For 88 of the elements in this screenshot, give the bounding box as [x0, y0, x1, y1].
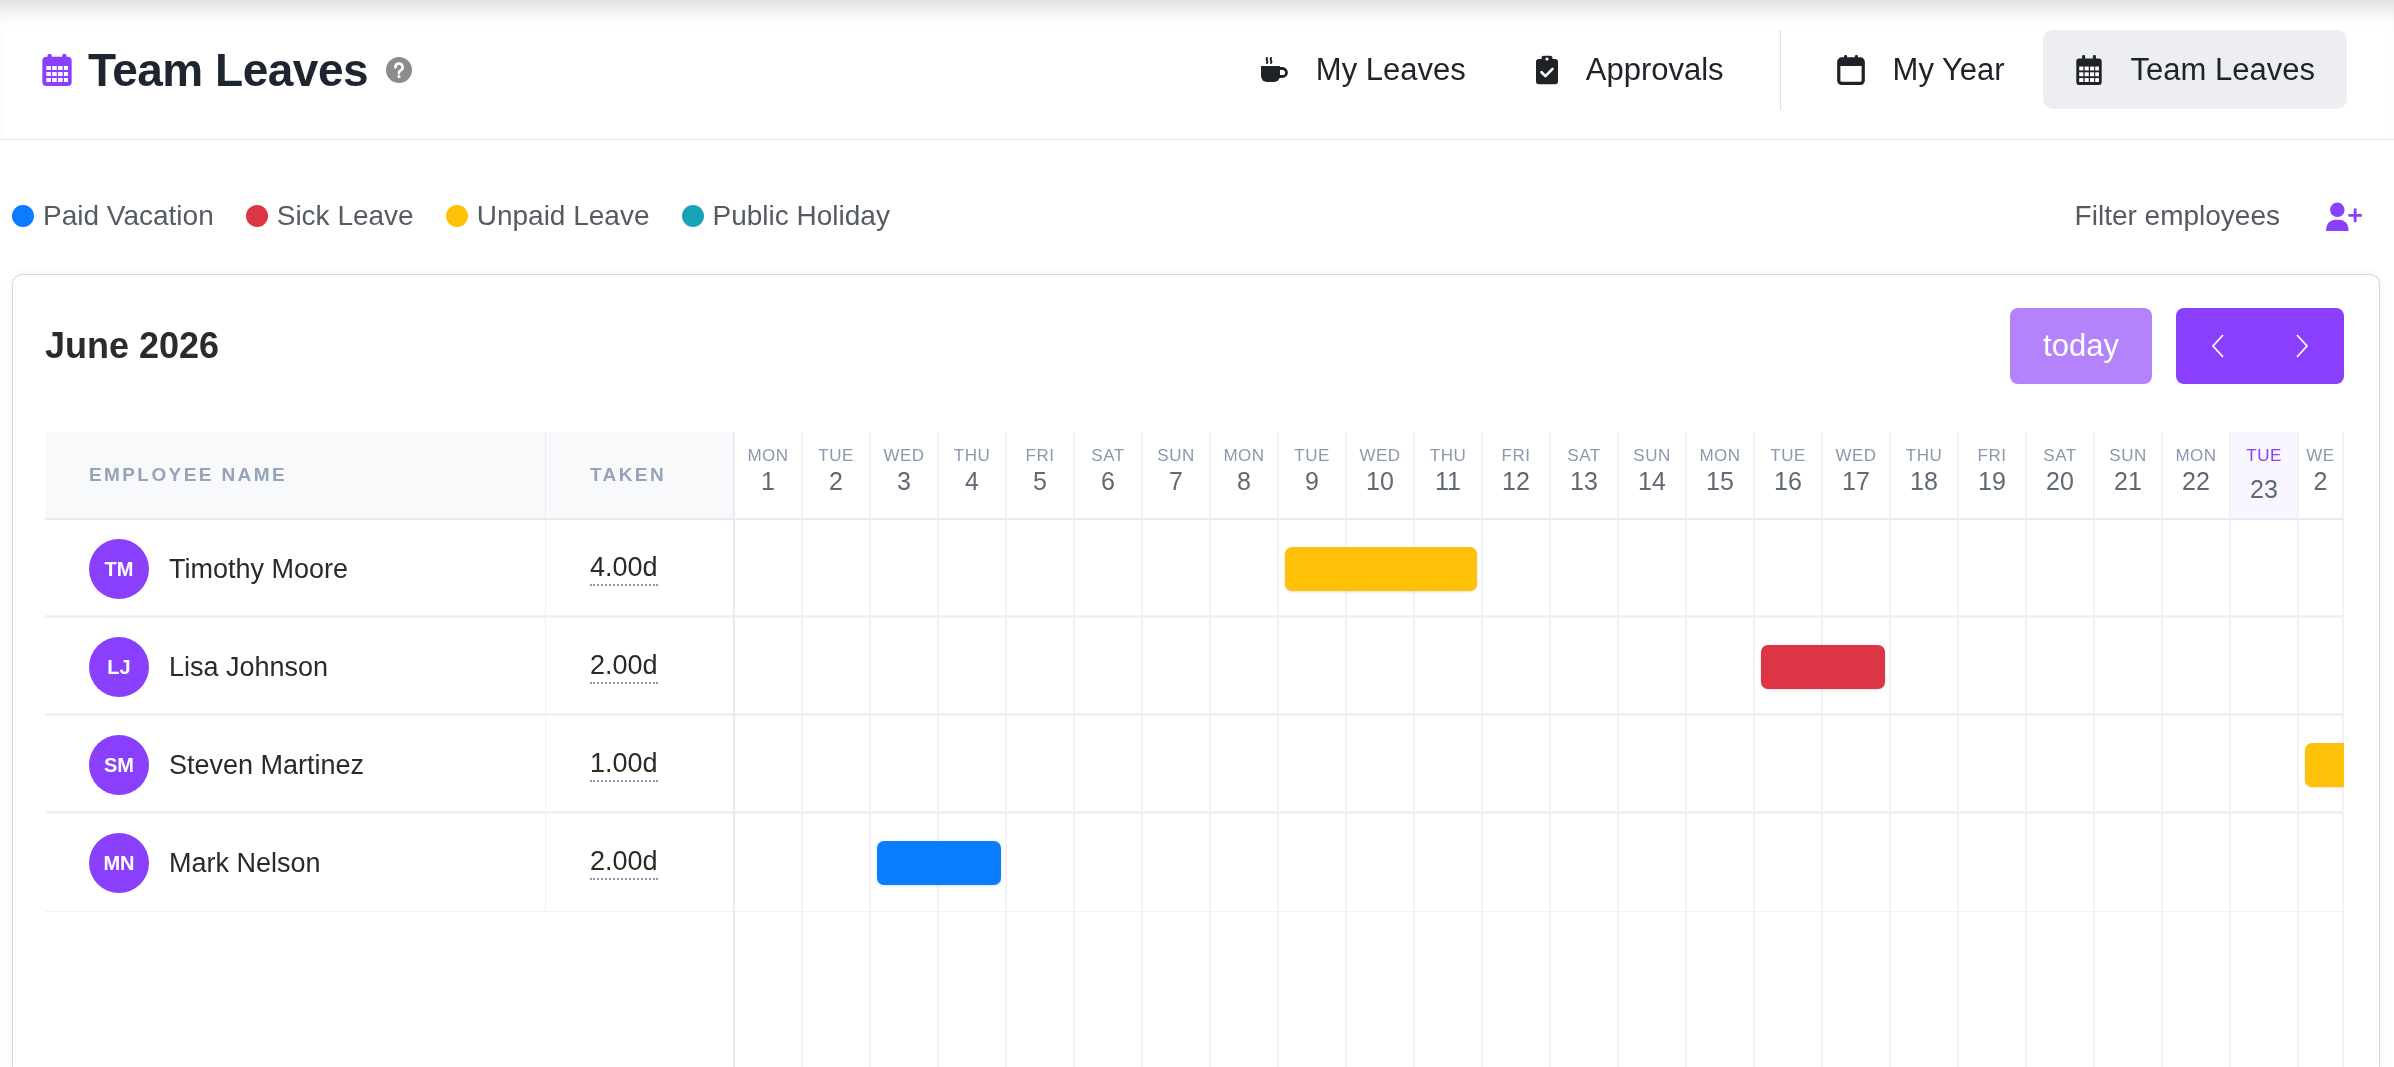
avatar: LJ	[89, 637, 149, 697]
clipboard-check-icon	[1535, 54, 1558, 85]
days-taken: 2.00d	[590, 846, 658, 880]
filter-button[interactable]: Filter employees	[2074, 200, 2280, 232]
leave-bar[interactable]	[1761, 645, 1885, 689]
chevron-left-icon	[2211, 334, 2225, 358]
legend-label: Unpaid Leave	[476, 200, 650, 232]
legend-label: Sick Leave	[276, 200, 414, 232]
day-number: 6	[1101, 466, 1115, 496]
previous-button[interactable]	[2176, 308, 2260, 384]
employee-name: Mark Nelson	[169, 847, 321, 879]
day-number: 22	[2182, 466, 2210, 496]
weekday-label: THU	[1905, 446, 1943, 467]
coffee-cup-icon	[1259, 54, 1288, 85]
weekday-label: SUN	[1157, 446, 1195, 467]
day-number: 3	[897, 466, 911, 496]
weekday-label: MON	[1699, 446, 1741, 467]
day-number: 21	[2114, 466, 2142, 496]
nav-tab[interactable]: Approvals	[1503, 30, 1756, 109]
weekday-label: WED	[1835, 446, 1877, 467]
employee-name: Timothy Moore	[169, 553, 349, 585]
weekday-label: SAT	[2043, 446, 2077, 467]
avatar: SM	[89, 735, 149, 795]
weekday-label: TUE	[1770, 446, 1806, 467]
day-number: 2	[829, 466, 843, 496]
nav-tab[interactable]: Team Leaves	[2042, 30, 2347, 109]
weekday-label: THU	[1429, 446, 1467, 467]
column-header: EMPLOYEE NAME	[45, 432, 546, 520]
weekday-label: WE	[2306, 446, 2335, 467]
weekday-label: TUE	[1294, 446, 1330, 467]
avatar: MN	[89, 833, 149, 893]
days-taken: 2.00d	[590, 650, 658, 684]
leave-bar[interactable]	[2305, 743, 2344, 787]
weekday-label: WED	[883, 446, 925, 467]
user-plus-icon[interactable]	[2326, 201, 2362, 231]
day-number: 15	[1706, 466, 1734, 496]
month-title: June 2026	[45, 325, 220, 367]
weekday-label: SUN	[2109, 446, 2147, 467]
day-number: 19	[1978, 466, 2006, 496]
weekday-label: MON	[2175, 446, 2217, 467]
weekday-label: TUE	[818, 446, 854, 467]
leave-bar[interactable]	[1285, 547, 1477, 591]
day-number: 1	[761, 466, 775, 496]
calendar-icon	[1836, 54, 1865, 85]
next-button[interactable]	[2260, 308, 2344, 384]
calendar-grid-icon	[2074, 54, 2103, 85]
day-number: 13	[1570, 466, 1598, 496]
leave-bar[interactable]	[877, 841, 1001, 885]
days-taken: 1.00d	[590, 748, 658, 782]
employee-name: Lisa Johnson	[169, 651, 329, 683]
weekday-label: FRI	[1977, 446, 2007, 467]
weekday-label: FRI	[1025, 446, 1055, 467]
weekday-label: FRI	[1501, 446, 1531, 467]
nav-tab[interactable]: My Year	[1804, 30, 2037, 109]
chevron-right-icon	[2295, 334, 2309, 358]
avatar: TM	[89, 539, 149, 599]
calendar-icon	[42, 53, 72, 86]
weekday-label: WED	[1359, 446, 1401, 467]
day-number: 4	[965, 466, 979, 496]
weekday-label: SAT	[1567, 446, 1601, 467]
day-number: 20	[2046, 466, 2074, 496]
day-number: 18	[1910, 466, 1938, 496]
legend-label: Paid Vacation	[43, 200, 214, 232]
weekday-label: THU	[953, 446, 991, 467]
day-number: 17	[1842, 466, 1870, 496]
days-taken: 4.00d	[590, 552, 658, 586]
weekday-label: SUN	[1633, 446, 1671, 467]
legend-label: Public Holiday	[712, 200, 890, 232]
day-number: 23	[2250, 474, 2278, 504]
nav-tab[interactable]: My Leaves	[1227, 30, 1498, 109]
employee-name: Steven Martinez	[169, 749, 365, 781]
day-number: 8	[1237, 466, 1251, 496]
weekday-label: MON	[1223, 446, 1265, 467]
day-number: 5	[1033, 466, 1047, 496]
day-number: 9	[1305, 466, 1319, 496]
help-icon[interactable]	[386, 56, 413, 83]
day-number: 7	[1169, 466, 1183, 496]
column-header: TAKEN	[546, 432, 735, 520]
day-number: 11	[1435, 466, 1461, 496]
weekday-label: MON	[747, 446, 789, 467]
day-number: 14	[1638, 466, 1666, 496]
weekday-label: TUE	[2246, 446, 2282, 467]
day-number: 10	[1366, 466, 1394, 496]
weekday-label: SAT	[1091, 446, 1125, 467]
day-number: 16	[1774, 466, 1802, 496]
day-number: 12	[1502, 466, 1530, 496]
page-title: Team Leaves	[88, 42, 369, 97]
day-number: 2	[2313, 466, 2328, 496]
